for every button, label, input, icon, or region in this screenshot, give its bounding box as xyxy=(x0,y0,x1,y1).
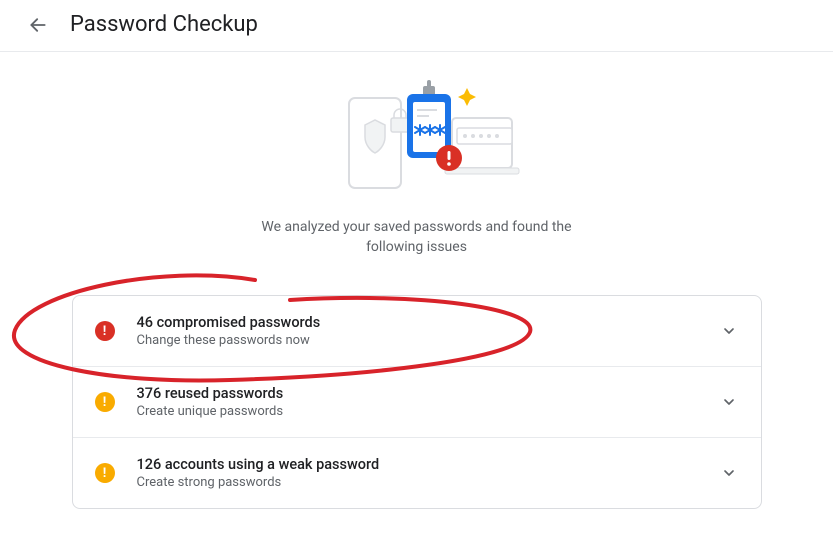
arrow-left-icon xyxy=(28,15,48,35)
row-subtitle: Create unique passwords xyxy=(137,404,719,419)
content: We analyzed your saved passwords and fou… xyxy=(0,52,833,509)
subtitle: We analyzed your saved passwords and fou… xyxy=(261,218,571,257)
issues-panel: ! 46 compromised passwords Change these … xyxy=(72,295,762,509)
row-compromised[interactable]: ! 46 compromised passwords Change these … xyxy=(73,296,761,367)
row-title: 126 accounts using a weak password xyxy=(137,456,719,473)
row-weak[interactable]: ! 126 accounts using a weak password Cre… xyxy=(73,438,761,508)
header: Password Checkup xyxy=(0,0,833,52)
subtitle-line1: We analyzed your saved passwords and fou… xyxy=(261,219,571,235)
row-title: 46 compromised passwords xyxy=(137,314,719,331)
row-body: 376 reused passwords Create unique passw… xyxy=(137,385,719,419)
chevron-down-icon xyxy=(719,392,739,412)
chevron-down-icon xyxy=(719,321,739,341)
row-subtitle: Create strong passwords xyxy=(137,475,719,490)
row-body: 126 accounts using a weak password Creat… xyxy=(137,456,719,490)
hero-illustration xyxy=(307,80,527,200)
warning-icon: ! xyxy=(95,392,115,412)
row-title: 376 reused passwords xyxy=(137,385,719,402)
warning-icon: ! xyxy=(95,463,115,483)
chevron-down-icon xyxy=(719,463,739,483)
row-reused[interactable]: ! 376 reused passwords Create unique pas… xyxy=(73,367,761,438)
row-subtitle: Change these passwords now xyxy=(137,333,719,348)
page-title: Password Checkup xyxy=(70,12,258,37)
subtitle-line2: following issues xyxy=(366,239,467,255)
alert-icon: ! xyxy=(95,321,115,341)
back-button[interactable] xyxy=(26,13,50,37)
row-body: 46 compromised passwords Change these pa… xyxy=(137,314,719,348)
